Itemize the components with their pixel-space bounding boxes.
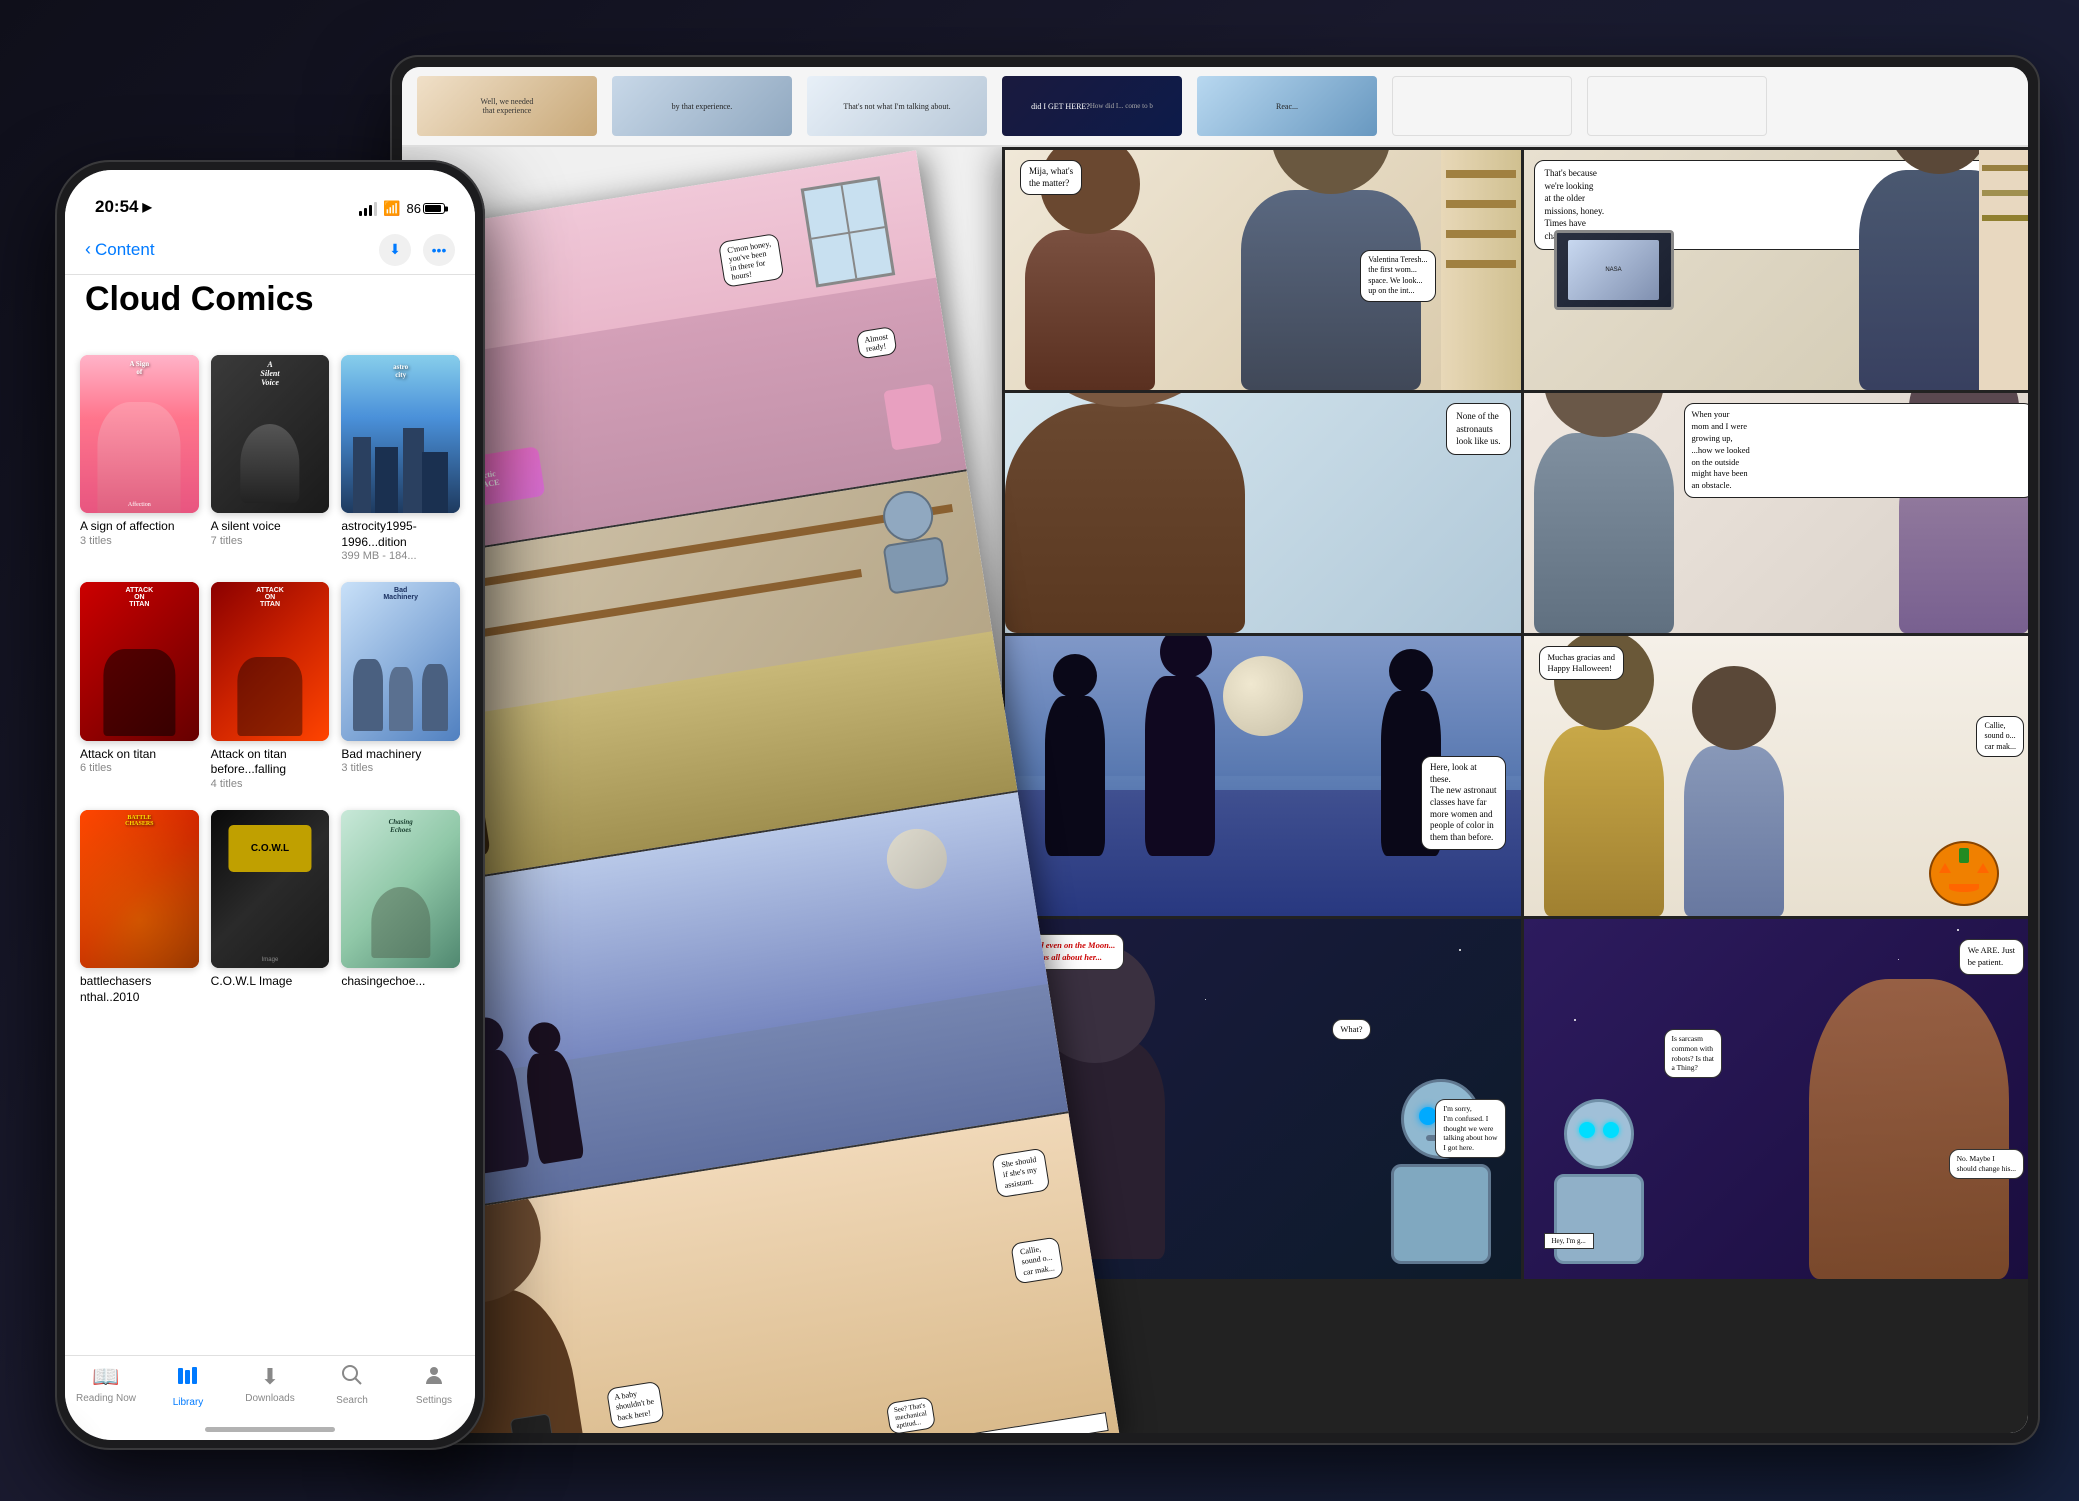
comic-subtitle-2: 399 MB - 184... [341,550,416,562]
strip-panel-1: Well, we neededthat experience [417,76,597,136]
tab-downloads[interactable]: ⬇ Downloads [229,1364,311,1404]
comic-subtitle-0: 3 titles [80,535,112,547]
comic-subtitle-3: 6 titles [80,762,112,774]
download-icon: ⬇ [389,241,401,258]
comic-title-4: Attack on titan before...falling [211,747,330,778]
phone-device: 20:54 ▶ 📶 86 [55,160,485,1450]
comic-cover-6: BATTLECHASERS [80,810,199,968]
tab-reading-now-label: Reading Now [76,1393,136,1404]
strip-panel-6 [1392,76,1572,136]
status-bar: 20:54 ▶ 📶 86 [65,170,475,225]
comic-title-5: Bad machinery [341,747,421,763]
strip-panel-2: by that experience. [612,76,792,136]
comic-cover-3: ATTACKONTITAN [80,582,199,740]
strip-panel-4: did I GET HERE? How did I... come to b [1002,76,1182,136]
download-nav-button[interactable]: ⬇ [379,234,411,266]
comic-item-0[interactable]: A Signof Affection A sign of affection 3… [80,355,199,562]
nav-actions: ⬇ ••• [379,234,455,266]
comic-title-7: C.O.W.L Image [211,974,293,990]
nav-bar: ‹ Content ⬇ ••• [65,225,475,275]
tab-search-label: Search [336,1395,368,1406]
tablet-screen: Well, we neededthat experience by that e… [402,67,2028,1433]
comic-title-8: chasingechoe... [341,974,425,990]
comic-item-4[interactable]: ATTACKONTITAN Attack on titan before...f… [211,582,330,789]
comic-page-right: Mija, what'sthe matter? Valentina Teresh… [1002,147,2028,1433]
downloads-icon: ⬇ [261,1364,279,1390]
strip-panel-7 [1587,76,1767,136]
wifi-icon: 📶 [383,200,400,217]
comic-item-3[interactable]: ATTACKONTITAN Attack on titan 6 titles [80,582,199,789]
location-icon: ▶ [142,200,151,214]
home-indicator [205,1427,335,1432]
comic-cover-2: astrocity [341,355,460,513]
comics-row-3: BATTLECHASERS battlechasers nthal..2010 … [80,810,460,1005]
book-icon: 📖 [92,1364,119,1390]
comic-item-7[interactable]: C.O.W.L Image C.O.W.L Image [211,810,330,1005]
strip-panel-3: That's not what I'm talking about. [807,76,987,136]
battery-indicator: 86 [407,201,445,216]
strip-panel-5: Reac... [1197,76,1377,136]
signal-bars [359,202,377,216]
comic-title-1: A silent voice [211,519,281,535]
comic-cover-1: ASilentVoice [211,355,330,513]
comic-cover-5: BadMachinery [341,582,460,740]
comic-cover-8: ChasingEchoes [341,810,460,968]
phone-screen: 20:54 ▶ 📶 86 [65,170,475,1440]
tablet-comic-main: I'm VaraReanaTerra Nova! C'mon honey,you… [402,147,2028,1433]
comic-item-6[interactable]: BATTLECHASERS battlechasers nthal..2010 [80,810,199,1005]
library-icon [176,1364,200,1394]
search-icon [341,1364,363,1392]
tab-library[interactable]: Library [147,1364,229,1408]
comic-title-2: astrocity1995-1996...dition [341,519,460,550]
tab-reading-now[interactable]: 📖 Reading Now [65,1364,147,1404]
comic-item-1[interactable]: ASilentVoice A silent voice 7 titles [211,355,330,562]
tab-library-label: Library [173,1397,204,1408]
comic-title-0: A sign of affection [80,519,175,535]
comic-cover-4: ATTACKONTITAN [211,582,330,740]
comic-title-6: battlechasers nthal..2010 [80,974,199,1005]
comic-item-2[interactable]: astrocity astrocity1995-1996...dition 39… [341,355,460,562]
comic-item-5[interactable]: BadMachinery Bad machinery 3 titles [341,582,460,789]
comic-cover-0: A Signof Affection [80,355,199,513]
comic-cover-7: C.O.W.L Image [211,810,330,968]
comics-row-2: ATTACKONTITAN Attack on titan 6 titles A… [80,582,460,789]
comic-subtitle-1: 7 titles [211,535,243,547]
back-button[interactable]: ‹ Content [85,239,155,260]
page-title: Cloud Comics [85,280,455,319]
comics-grid[interactable]: A Signof Affection A sign of affection 3… [65,340,475,1355]
more-nav-button[interactable]: ••• [423,234,455,266]
status-icons: 📶 86 [359,200,445,217]
person-icon [423,1364,445,1392]
page-title-area: Cloud Comics [65,280,475,319]
status-time: 20:54 ▶ [95,197,152,217]
tablet-device: Well, we neededthat experience by that e… [390,55,2040,1445]
tab-settings-label: Settings [416,1395,452,1406]
comic-subtitle-5: 3 titles [341,762,373,774]
tab-downloads-label: Downloads [245,1393,294,1404]
more-icon: ••• [432,242,447,258]
tab-settings[interactable]: Settings [393,1364,475,1406]
comic-strip-top: Well, we neededthat experience by that e… [402,67,2028,147]
comics-row-1: A Signof Affection A sign of affection 3… [80,355,460,562]
tab-search[interactable]: Search [311,1364,393,1406]
comic-subtitle-4: 4 titles [211,778,243,790]
chevron-left-icon: ‹ [85,239,91,260]
comic-item-8[interactable]: ChasingEchoes chasingechoe... [341,810,460,1005]
comic-title-3: Attack on titan [80,747,156,763]
